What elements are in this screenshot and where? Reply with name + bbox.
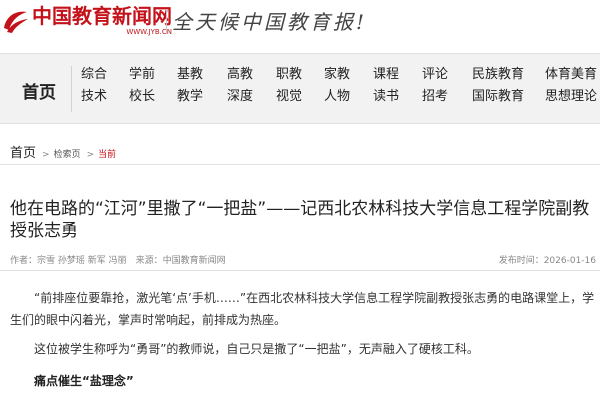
site-slogan: 全天候中国教育报!: [172, 10, 368, 34]
nav-item[interactable]: 校长: [129, 89, 155, 105]
nav-item[interactable]: 思想理论: [545, 89, 597, 105]
breadcrumb-home[interactable]: 首页: [10, 142, 36, 161]
main-nav: 首页 综合技术 学前校长 基教教学 高教深度 职教视觉 家教人物 课程读书 评论招考 民族教育国…: [0, 53, 600, 124]
nav-item[interactable]: 民族教育: [472, 67, 524, 83]
breadcrumb-divider: [0, 164, 600, 165]
logo-url: WWW.JYB.CN: [126, 28, 172, 36]
article-title: 他在电路的“江河”里撒了“一把盐”——记西北农林科技大学信息工程学院副教授张志勇: [10, 199, 590, 241]
nav-item[interactable]: 高教: [227, 67, 253, 83]
logo-emblem-icon: [0, 6, 30, 36]
logo-text: 中国教育新闻网: [32, 4, 172, 28]
nav-item[interactable]: 读书: [373, 89, 399, 105]
nav-item[interactable]: 学前: [129, 67, 155, 83]
header-divider: [166, 10, 167, 34]
nav-item[interactable]: 人物: [324, 89, 350, 105]
nav-home-link[interactable]: 首页: [22, 78, 56, 103]
nav-item[interactable]: 体育美育: [545, 67, 597, 83]
breadcrumb-separator: >: [42, 150, 50, 160]
breadcrumb-current: 当前: [98, 150, 117, 160]
article-paragraph: 这位被学生称呼为“勇哥”的教师说，自己只是撒了“一把盐”，无声融入了硬核工科。: [34, 342, 479, 356]
nav-item[interactable]: 课程: [373, 67, 399, 83]
article-paragraph: “前排座位要靠抢，激光笔‘点’手机……”在西北农林科技大学信息工程学院副教授张志…: [10, 291, 595, 327]
nav-divider: [71, 66, 72, 112]
article-authors: 作者：宗雪 孙梦瑶 新军 冯丽 来源：中国教育新闻网: [10, 256, 226, 266]
nav-item[interactable]: 基教: [177, 67, 203, 83]
nav-item[interactable]: 综合: [81, 67, 107, 83]
nav-item[interactable]: 国际教育: [472, 89, 524, 105]
breadcrumb: 首页 > 检索页 > 当前: [10, 142, 116, 161]
nav-item[interactable]: 教学: [177, 89, 203, 105]
site-logo[interactable]: 中国教育新闻网 WWW.JYB.CN: [0, 5, 172, 36]
nav-item[interactable]: 视觉: [276, 89, 302, 105]
nav-item[interactable]: 深度: [227, 89, 253, 105]
article-subheading: 痛点催生“盐理念”: [34, 374, 134, 388]
nav-item[interactable]: 职教: [276, 67, 302, 83]
nav-item[interactable]: 技术: [81, 89, 107, 105]
meta-divider: [0, 270, 600, 271]
breadcrumb-separator: >: [86, 150, 95, 160]
site-header: 中国教育新闻网 WWW.JYB.CN 全天候中国教育报!: [0, 0, 600, 44]
nav-item[interactable]: 评论: [422, 67, 448, 83]
breadcrumb-section[interactable]: 检索页: [54, 147, 81, 160]
article-publish-time: 发布时间：2026-01-16: [498, 256, 596, 266]
nav-item[interactable]: 招考: [422, 89, 448, 105]
nav-item[interactable]: 家教: [324, 67, 350, 83]
